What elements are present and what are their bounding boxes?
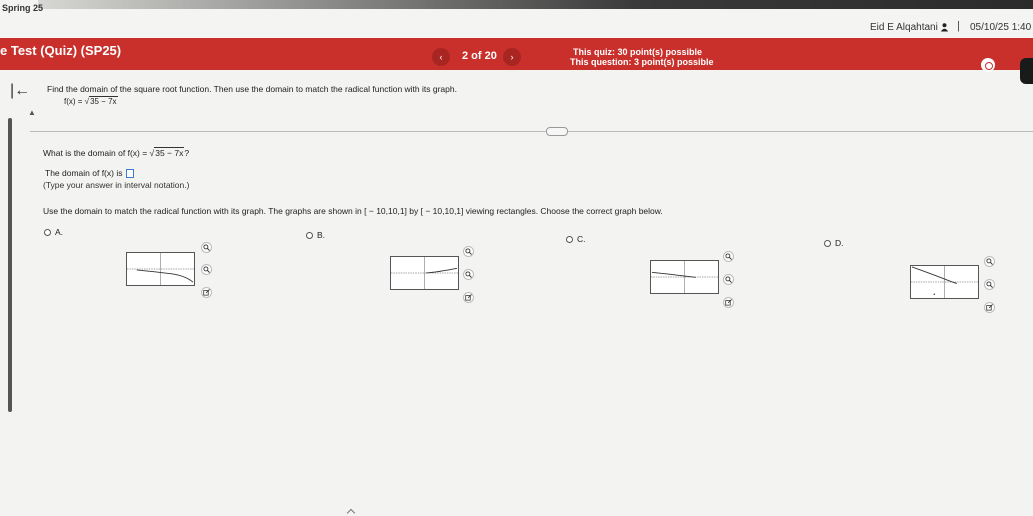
option-a-graph bbox=[126, 252, 195, 286]
option-c[interactable]: C. bbox=[566, 234, 586, 244]
quiz-title: e Test (Quiz) (SP25) bbox=[0, 43, 122, 58]
function-definition: f(x) = √35 − 7x bbox=[64, 96, 118, 106]
option-a-plot bbox=[127, 253, 194, 285]
option-b[interactable]: B. bbox=[306, 230, 325, 240]
option-d[interactable]: D. bbox=[824, 238, 844, 248]
option-b-radio[interactable] bbox=[306, 231, 313, 239]
option-b-label: B. bbox=[317, 230, 326, 240]
domain-question-radicand: 35 − 7x bbox=[154, 147, 185, 158]
domain-question-func: f(x) = bbox=[127, 148, 150, 158]
domain-answer-line: The domain of f(x) is bbox=[45, 168, 134, 179]
quiz-header-bar: e Test (Quiz) (SP25) ‹ 2 of 20 › This qu… bbox=[0, 38, 1033, 84]
top-strip bbox=[38, 0, 1033, 9]
scrollbar[interactable] bbox=[8, 118, 12, 412]
domain-question-suffix: ? bbox=[184, 148, 190, 158]
open-popup-icon[interactable] bbox=[984, 302, 995, 313]
option-c-plot bbox=[651, 261, 718, 293]
option-c-radio[interactable] bbox=[566, 235, 573, 243]
previous-question-button[interactable]: ‹ bbox=[432, 48, 450, 66]
zoom-out-icon[interactable] bbox=[201, 264, 212, 275]
option-c-label: C. bbox=[577, 234, 586, 244]
match-prompt-end: viewing rectangles. Choose the correct g… bbox=[463, 206, 663, 216]
zoom-in-icon[interactable] bbox=[201, 242, 212, 253]
zoom-in-icon[interactable] bbox=[723, 251, 734, 262]
option-a-label: A. bbox=[55, 227, 64, 237]
zoom-out-icon[interactable] bbox=[463, 269, 474, 280]
section-divider bbox=[30, 131, 1033, 132]
match-prompt-start: Use the domain to match the radical func… bbox=[43, 206, 365, 216]
gear-icon[interactable] bbox=[981, 58, 995, 72]
domain-question-prefix: What is the domain of bbox=[43, 148, 128, 158]
open-popup-icon[interactable] bbox=[201, 287, 212, 298]
open-popup-icon[interactable] bbox=[463, 292, 474, 303]
option-d-radio[interactable] bbox=[824, 239, 831, 247]
option-b-graph bbox=[390, 256, 459, 290]
person-icon bbox=[940, 23, 949, 32]
domain-answer-label: The domain of f(x) is bbox=[45, 168, 123, 178]
open-popup-icon[interactable] bbox=[723, 297, 734, 308]
option-a[interactable]: A. bbox=[44, 227, 63, 237]
back-arrow-icon[interactable]: |← bbox=[10, 82, 30, 100]
header-separator: | bbox=[957, 20, 960, 32]
option-d-graph bbox=[910, 265, 979, 299]
match-by: by bbox=[406, 206, 421, 216]
expand-more-button[interactable] bbox=[546, 127, 568, 136]
next-question-button[interactable]: › bbox=[503, 48, 521, 66]
quiz-points: This quiz: 30 point(s) possible bbox=[573, 47, 703, 57]
zoom-out-icon[interactable] bbox=[723, 274, 734, 285]
window-x: [ − 10,10,1] bbox=[364, 206, 407, 216]
zoom-in-icon[interactable] bbox=[463, 246, 474, 257]
user-name[interactable]: Eid E Alqahtani bbox=[870, 22, 938, 33]
match-prompt: Use the domain to match the radical func… bbox=[43, 206, 663, 216]
option-c-graph bbox=[650, 260, 719, 294]
domain-answer-input[interactable] bbox=[125, 169, 134, 179]
window-y: [ − 10,10,1] bbox=[420, 206, 464, 216]
question-counter: 2 of 20 bbox=[462, 50, 497, 62]
top-bar: Spring 25 Eid E Alqahtani | 05/10/25 1:4… bbox=[0, 0, 1033, 38]
date-time: 05/10/25 1:40 bbox=[970, 22, 1032, 33]
course-title: Spring 25 bbox=[2, 3, 44, 13]
function-radicand: 35 − 7x bbox=[89, 96, 118, 106]
side-panel-tab[interactable] bbox=[1020, 58, 1033, 84]
answer-hint: (Type your answer in interval notation.) bbox=[43, 180, 190, 190]
question-prompt: Find the domain of the square root funct… bbox=[47, 84, 457, 94]
cursor-icon bbox=[346, 508, 356, 516]
option-a-radio[interactable] bbox=[44, 228, 51, 236]
zoom-in-icon[interactable] bbox=[984, 256, 995, 267]
zoom-out-icon[interactable] bbox=[984, 279, 995, 290]
option-d-label: D. bbox=[835, 238, 844, 248]
option-d-plot bbox=[911, 266, 978, 298]
question-points: This question: 3 point(s) possible bbox=[570, 57, 714, 67]
collapse-caret-icon[interactable]: ▲ bbox=[28, 108, 36, 117]
domain-question: What is the domain of f(x) = √35 − 7x? bbox=[43, 147, 190, 158]
function-lhs: f(x) = bbox=[64, 97, 85, 106]
option-b-plot bbox=[391, 257, 458, 289]
